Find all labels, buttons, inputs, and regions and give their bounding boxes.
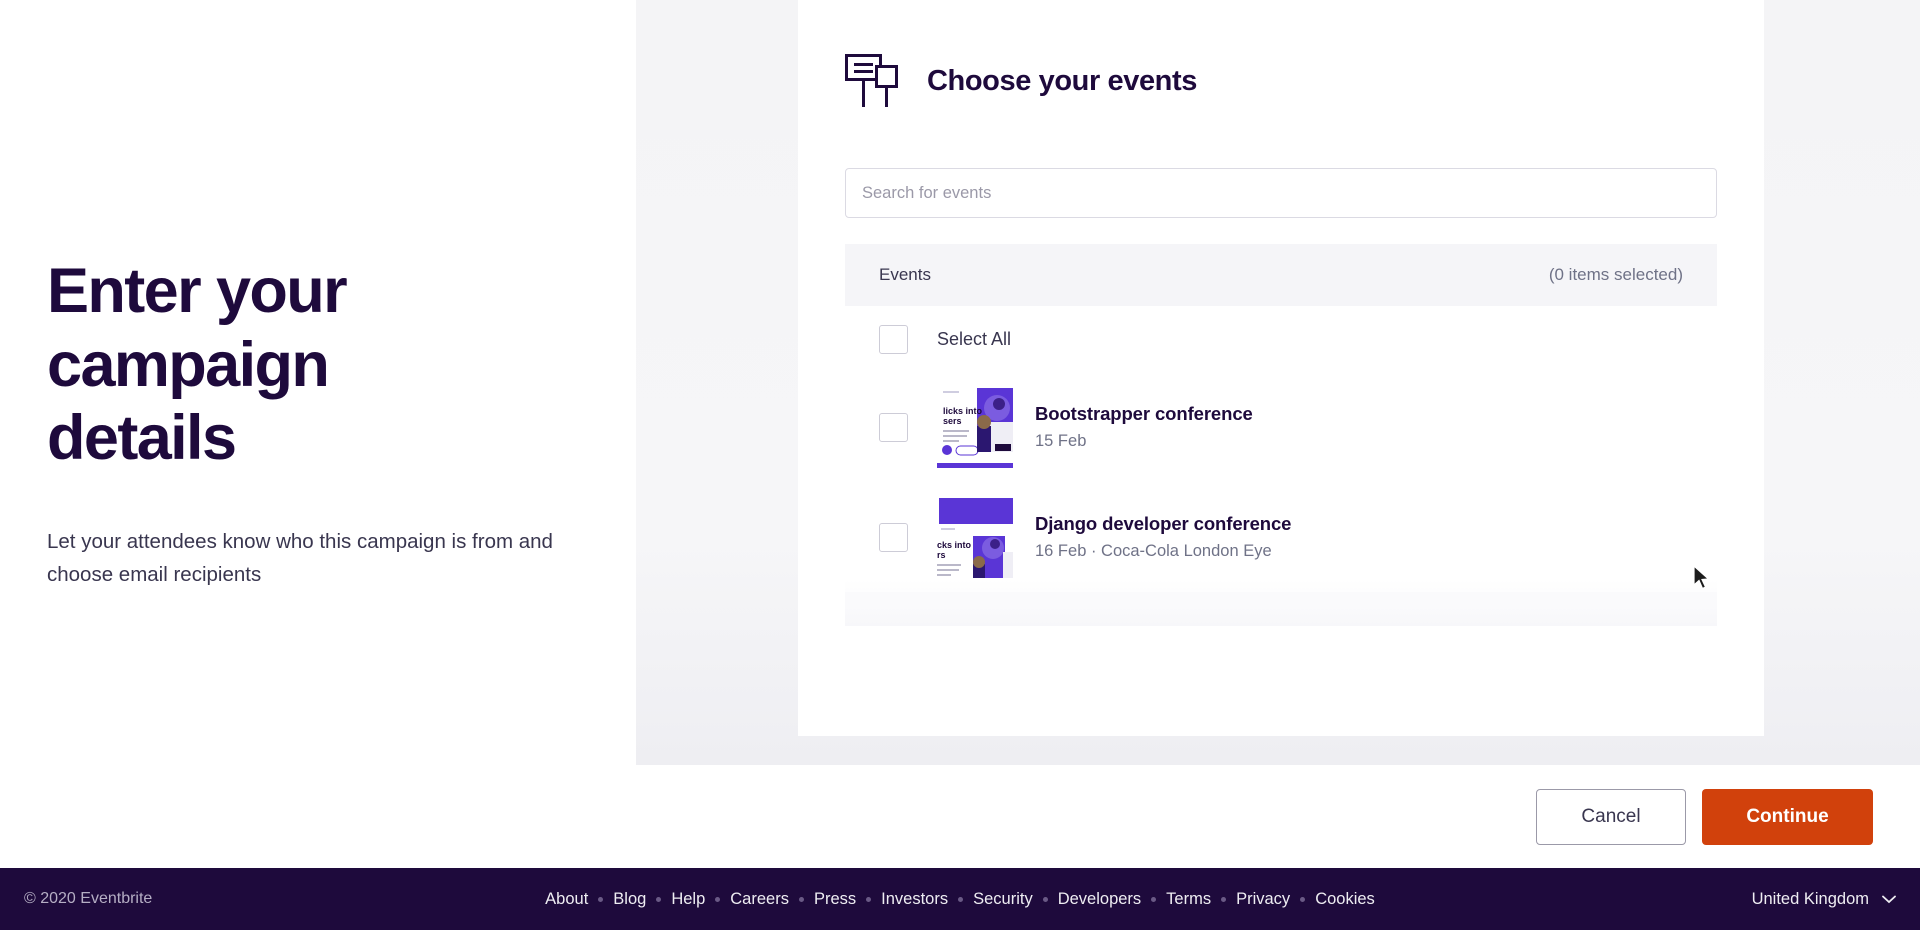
footer-link-careers[interactable]: Careers <box>720 890 799 909</box>
search-input[interactable] <box>845 168 1717 218</box>
footer-link-privacy[interactable]: Privacy <box>1226 890 1300 909</box>
footer-link-about[interactable]: About <box>535 890 598 909</box>
footer-link-developers[interactable]: Developers <box>1048 890 1151 909</box>
chevron-down-icon <box>1882 890 1896 909</box>
event-meta: 16 Feb · Coca-Cola London Eye <box>1035 542 1272 560</box>
event-thumbnail: licks into sers <box>937 386 1013 468</box>
event-name: Django developer conference <box>1035 513 1292 534</box>
event-checkbox[interactable] <box>879 412 908 442</box>
choose-events-card: Choose your events Events (0 items selec… <box>798 0 1764 736</box>
site-footer: © 2020 Eventbrite About Blog Help Careers Pr… <box>0 868 1920 930</box>
svg-text:cks into: cks into <box>937 540 972 550</box>
events-list-header: Events (0 items selected) <box>845 244 1717 306</box>
event-name: Bootstrapper conference <box>1035 403 1253 424</box>
footer-links: About Blog Help Careers Press Investors Securi… <box>0 890 1920 909</box>
svg-text:rs: rs <box>937 550 946 560</box>
page-subtitle: Let your attendees know who this campaig… <box>47 530 553 586</box>
footer-link-cookies[interactable]: Cookies <box>1305 890 1385 909</box>
campaign-details-page: Enter your campaign details Let your att… <box>0 0 1920 930</box>
event-checkbox[interactable] <box>879 522 908 552</box>
footer-link-help[interactable]: Help <box>661 890 715 909</box>
event-thumbnail-art: cks into rs <box>937 496 1013 578</box>
footer-link-press[interactable]: Press <box>804 890 866 909</box>
intro-column: Enter your campaign details Let your att… <box>0 0 636 765</box>
event-meta: 15 Feb <box>1035 432 1087 450</box>
svg-text:licks into: licks into <box>943 406 983 416</box>
footer-link-terms[interactable]: Terms <box>1156 890 1221 909</box>
card-title: Choose your events <box>927 64 1197 97</box>
selected-count-label: (0 items selected) <box>1548 265 1683 284</box>
footer-link-blog[interactable]: Blog <box>603 890 656 909</box>
event-text: Django developer conference 16 Feb · Coc… <box>1035 513 1291 561</box>
svg-text:sers: sers <box>943 416 962 426</box>
list-partial-row <box>845 592 1717 626</box>
select-all-row[interactable]: Select All <box>845 306 1717 372</box>
signs-icon <box>845 50 899 112</box>
search-field-wrapper <box>798 168 1764 218</box>
locale-label: United Kingdom <box>1751 889 1869 908</box>
event-text: Bootstrapper conference 15 Feb <box>1035 403 1253 451</box>
events-list-body[interactable]: Select All licks into sers Bootstrapper … <box>845 306 1717 626</box>
page-title: Enter your campaign details <box>47 256 348 474</box>
event-thumbnail-art: licks into sers <box>937 386 1013 463</box>
card-header: Choose your events <box>798 0 1764 112</box>
copyright-label: © 2020 Eventbrite <box>24 890 153 907</box>
events-list-box: Events (0 items selected) Select All lic… <box>845 244 1717 626</box>
continue-button[interactable]: Continue <box>1702 788 1873 845</box>
list-item[interactable]: cks into rs Django developer conference … <box>845 482 1717 592</box>
select-all-checkbox[interactable] <box>879 324 908 354</box>
cancel-button[interactable]: Cancel <box>1536 788 1686 845</box>
footer-link-investors[interactable]: Investors <box>871 890 958 909</box>
list-item[interactable]: licks into sers Bootstrapper conference … <box>845 372 1717 482</box>
action-bar: Cancel Continue <box>0 765 1920 868</box>
locale-selector[interactable]: United Kingdom <box>1752 890 1896 909</box>
events-header-label: Events <box>879 265 931 284</box>
select-all-label: Select All <box>937 328 1012 349</box>
footer-link-security[interactable]: Security <box>963 890 1043 909</box>
event-thumbnail: cks into rs <box>937 496 1013 578</box>
